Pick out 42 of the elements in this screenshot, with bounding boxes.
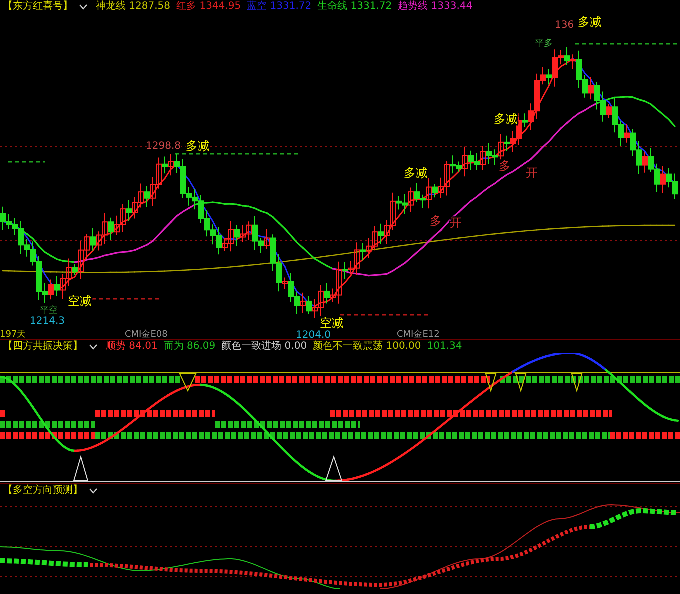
triangle-marker	[73, 455, 89, 482]
indicator-value: 蓝空 1331.72	[247, 0, 312, 13]
chevron-down-icon[interactable]	[89, 488, 98, 494]
panel-title: 【四方共振决策】	[3, 340, 83, 353]
signal-label: 空减	[320, 316, 344, 330]
axis-marker: CMI金E08	[125, 330, 168, 339]
signal-label: 多减	[186, 139, 210, 153]
indicator-value: 红多 1344.95	[176, 0, 242, 13]
triangle-marker	[515, 374, 527, 393]
signal-label: 开	[526, 166, 538, 180]
price-label: 1214.3	[30, 316, 65, 327]
price-label: 1298.8	[146, 141, 181, 152]
indicator-value: 神龙线 1287.58	[96, 0, 171, 13]
indicator-value: 101.34	[427, 340, 462, 353]
stop-line	[8, 161, 45, 163]
indicator-value: 生命线 1331.72	[318, 0, 392, 13]
chevron-down-icon[interactable]	[89, 344, 98, 350]
signal-label: 平多	[535, 39, 553, 49]
signal-label: 空减	[68, 294, 92, 308]
triangle-marker	[571, 374, 583, 393]
indicator-value: 颜色不一致震荡 100.00	[313, 340, 422, 353]
signal-label: 多	[430, 214, 442, 228]
chevron-down-icon[interactable]	[79, 4, 88, 10]
signal-label: 多减	[494, 112, 518, 126]
indicator-value: 而为 86.09	[164, 340, 216, 353]
indicator-value: 顺势 84.01	[106, 340, 158, 353]
axis-marker: CMI金E12	[397, 330, 440, 339]
signal-label: 开	[450, 216, 462, 230]
price-label: 1204.0	[296, 330, 331, 339]
panel-title: 【东方红喜号】	[3, 0, 73, 13]
signal-label: 多减	[578, 15, 602, 29]
triangle-marker	[179, 374, 197, 392]
triangle-marker	[485, 374, 497, 393]
price-label: 136	[555, 20, 574, 31]
signal-label: 平空	[40, 306, 58, 316]
indicator-value: 趋势线 1333.44	[398, 0, 473, 13]
triangle-marker	[325, 455, 343, 482]
signal-label: 多减	[404, 166, 428, 180]
day-count: 197天	[0, 330, 26, 339]
signal-label: 多	[499, 159, 511, 173]
panel-title: 【多空方向预测】	[3, 484, 83, 497]
indicator-value: 颜色一致进场 0.00	[222, 340, 308, 353]
